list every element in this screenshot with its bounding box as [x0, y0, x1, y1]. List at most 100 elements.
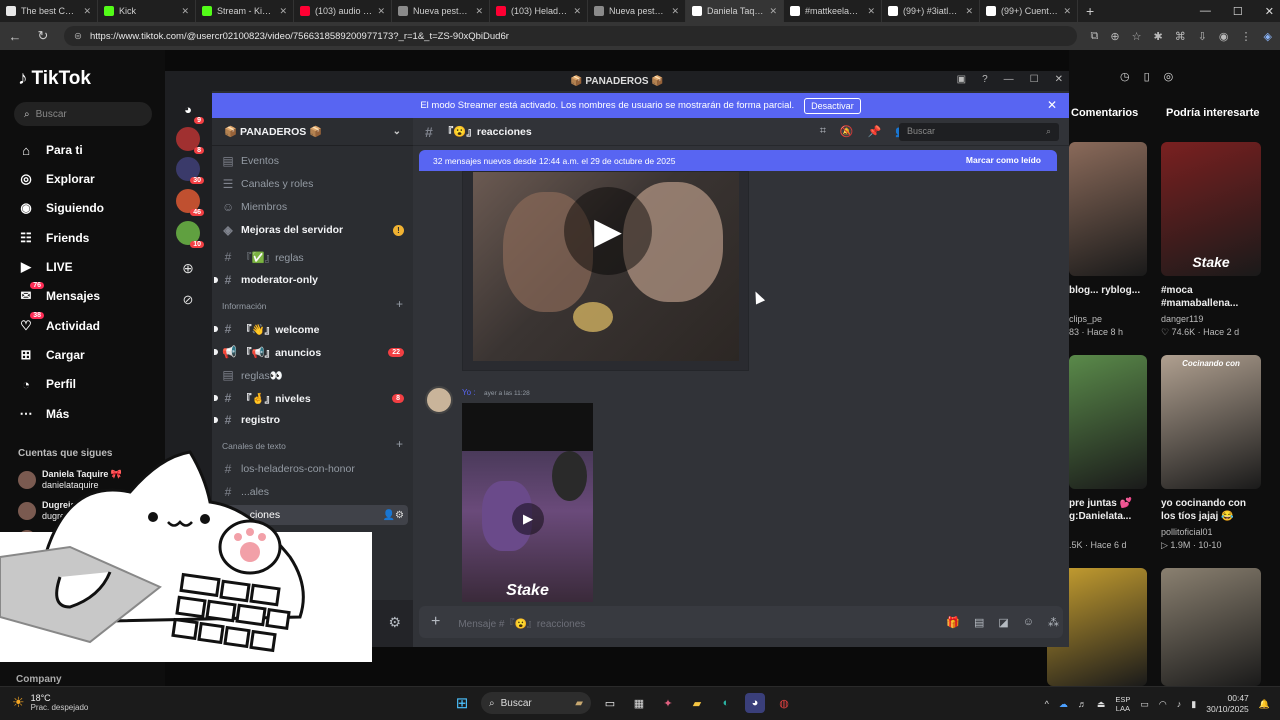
nav-item-actividad[interactable]: ♡ 38 Actividad — [18, 312, 100, 334]
site-info-icon[interactable]: ⊜ — [74, 31, 82, 42]
channel-item[interactable]: # 『✅』reglas — [222, 247, 408, 267]
video-caption[interactable]: pre juntas 💕 g:Danielata... — [1069, 497, 1147, 523]
nav-item-friends[interactable]: ☷ Friends — [18, 230, 89, 246]
nav-item-más[interactable]: ⋯ Más — [18, 406, 70, 422]
weather-widget[interactable]: ☀ 18°C Prac. despejado — [12, 693, 88, 712]
new-messages-bar[interactable]: 32 mensajes nuevos desde 12:44 a.m. el 2… — [419, 150, 1057, 171]
close-tab-icon[interactable]: ✕ — [1063, 6, 1071, 17]
volume-icon[interactable]: ♪ — [1177, 699, 1182, 709]
browser-tab[interactable]: Nueva pestaña ✕ — [392, 0, 490, 22]
threads-icon[interactable]: ⌗ — [820, 125, 826, 138]
video-author[interactable]: pollitoficial01 — [1161, 527, 1213, 537]
bookmark-star-icon[interactable]: ☆ — [1132, 30, 1142, 43]
pin-icon[interactable]: 📌 — [868, 125, 882, 138]
profile-avatar-icon[interactable]: ◉ — [1219, 30, 1229, 43]
windows-start-icon[interactable]: ⊞ — [452, 693, 472, 713]
onedrive-icon[interactable]: ☁ — [1059, 699, 1068, 710]
close-tab-icon[interactable]: ✕ — [475, 6, 483, 17]
close-icon[interactable]: ✕ — [1055, 74, 1063, 85]
video-caption[interactable]: #moca #mamaballena... — [1161, 284, 1261, 310]
discord-home-icon[interactable]: ◕ 9 — [176, 97, 204, 124]
channel-item[interactable]: ▤ reglas👀 — [222, 365, 408, 385]
url-input[interactable]: ⊜ https://www.tiktok.com/@usercr02100823… — [64, 26, 1077, 46]
translate-icon[interactable]: ⊕ — [1110, 30, 1119, 43]
close-tab-icon[interactable]: ✕ — [671, 6, 679, 17]
video-author[interactable]: danger119 — [1161, 314, 1203, 324]
tiktok-search-input[interactable]: ⌕ Buscar — [14, 102, 152, 126]
minimize-icon[interactable]: — — [1200, 5, 1211, 17]
play-icon[interactable]: ▶ — [564, 187, 652, 275]
emoji-icon[interactable]: ☺ — [1023, 616, 1034, 629]
settings-gear-icon[interactable]: ⚙ — [388, 614, 401, 631]
clock[interactable]: 00:47 30/10/2025 — [1206, 693, 1249, 715]
browser-tab[interactable]: Kick ✕ — [98, 0, 196, 22]
mark-read-button[interactable]: Marcar como leído — [966, 155, 1041, 165]
apps-icon[interactable]: ⁂ — [1048, 616, 1059, 629]
language-indicator[interactable]: ESP LAA — [1115, 695, 1130, 713]
nav-item-perfil[interactable]: ◔ Perfil — [18, 376, 76, 392]
channel-settings-icon[interactable]: 👤⚙ — [383, 510, 404, 521]
speed-icon[interactable]: ◷ — [1120, 70, 1130, 83]
add-channel-icon[interactable]: + — [396, 437, 403, 451]
reload-icon[interactable]: ↻ — [36, 28, 50, 44]
video-thumbnail[interactable] — [1069, 142, 1147, 276]
server-icon[interactable]: 30 — [176, 157, 204, 184]
app-icon[interactable]: ◍ — [774, 693, 794, 713]
menu-dots-icon[interactable]: ⋮ — [1241, 30, 1252, 43]
help-icon[interactable]: ? — [982, 74, 988, 85]
close-tab-icon[interactable]: ✕ — [279, 6, 287, 17]
extensions-icon[interactable]: ✱ — [1153, 30, 1162, 43]
close-tab-icon[interactable]: ✕ — [965, 6, 973, 17]
disable-streamer-button[interactable]: Desactivar — [804, 97, 861, 114]
sticker-icon[interactable]: ◪ — [998, 616, 1008, 629]
maximize-icon[interactable]: ☐ — [1030, 74, 1039, 85]
video-embed[interactable]: ▶ Stake — [462, 403, 593, 602]
channel-item[interactable]: # 『👋』welcome — [214, 319, 408, 339]
video-thumbnail[interactable] — [1161, 568, 1261, 686]
channel-item[interactable]: # moderator-only — [214, 270, 408, 290]
wifi-icon[interactable]: ◠ — [1159, 699, 1167, 710]
battery-icon[interactable]: ▮ — [1191, 699, 1196, 710]
server-menu-item[interactable]: ◈ Mejoras del servidor! — [222, 220, 408, 240]
nav-item-mensajes[interactable]: ✉ 76 Mensajes — [18, 282, 100, 304]
monitor-icon[interactable]: ▭ — [1140, 699, 1149, 710]
chevron-up-icon[interactable]: ^ — [1045, 699, 1049, 709]
close-tab-icon[interactable]: ✕ — [573, 6, 581, 17]
add-attachment-icon[interactable]: + — [431, 613, 440, 631]
copilot-icon[interactable]: ✦ — [658, 693, 678, 713]
discord-taskbar-icon[interactable]: ◕ — [745, 693, 765, 713]
mic-icon[interactable]: ♬ — [1078, 699, 1087, 709]
new-tab-icon[interactable]: + — [1086, 3, 1094, 19]
video-author[interactable]: clips_pe — [1069, 314, 1102, 324]
tab-comments[interactable]: Comentarios — [1071, 107, 1138, 119]
close-tab-icon[interactable]: ✕ — [377, 6, 385, 17]
browser-tab[interactable]: (103) Heladero P ✕ — [490, 0, 588, 22]
server-header[interactable]: 📦 PANADEROS 📦 ⌄ — [212, 118, 413, 146]
minimize-icon[interactable]: — — [1004, 74, 1014, 85]
tab-recommended[interactable]: Podría interesarte — [1166, 107, 1260, 119]
puzzle-icon[interactable]: ⌘ — [1175, 30, 1186, 43]
close-tab-icon[interactable]: ✕ — [769, 6, 777, 17]
browser-tab[interactable]: (99+) #3iatlas # ✕ — [882, 0, 980, 22]
channel-item[interactable]: # registro — [214, 410, 408, 430]
nav-item-para-ti[interactable]: ⌂ Para ti — [18, 142, 83, 158]
close-icon[interactable]: ✕ — [1047, 98, 1057, 112]
server-icon[interactable]: 8 — [176, 127, 204, 154]
inbox-icon[interactable]: ▣ — [957, 74, 966, 85]
gift-icon[interactable]: 🎁 — [946, 616, 960, 629]
server-menu-item[interactable]: ▤ Eventos — [222, 151, 408, 171]
maximize-icon[interactable]: ☐ — [1233, 5, 1243, 18]
notification-bell-icon[interactable]: 🔔 — [1259, 699, 1270, 710]
browser-tab[interactable]: (99+) Cuenta cor ✕ — [980, 0, 1078, 22]
message-author[interactable]: Yo : — [462, 388, 476, 397]
play-icon[interactable]: ▶ — [512, 503, 544, 535]
close-tab-icon[interactable]: ✕ — [83, 6, 91, 17]
tiktok-logo[interactable]: ♪ TikTok — [18, 68, 91, 90]
server-icon[interactable]: 46 — [176, 189, 204, 216]
add-server-icon[interactable]: ⊕ — [176, 256, 200, 280]
video-thumbnail[interactable] — [1069, 355, 1147, 489]
browser-tab[interactable]: Nueva pestaña ✕ — [588, 0, 686, 22]
close-tab-icon[interactable]: ✕ — [181, 6, 189, 17]
device-icon[interactable]: ▯ — [1144, 70, 1150, 83]
nav-item-siguiendo[interactable]: ◉ Siguiendo — [18, 200, 104, 216]
